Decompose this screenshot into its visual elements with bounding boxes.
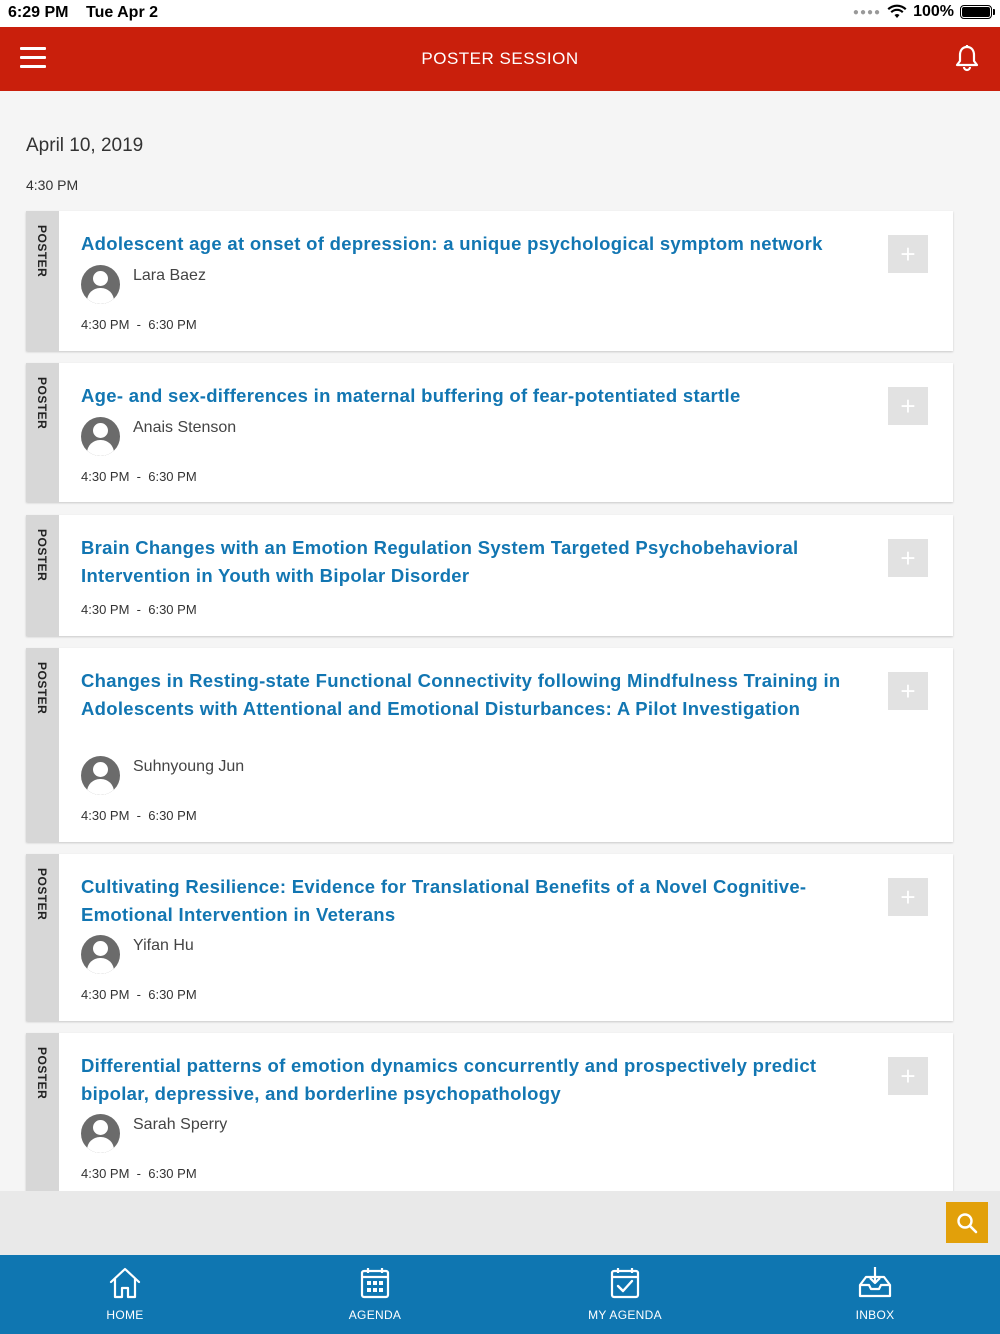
battery-percent: 100% <box>913 3 954 20</box>
add-to-agenda-button[interactable]: + <box>888 387 928 425</box>
app-header: POSTER SESSION <box>0 27 1000 91</box>
poster-tag: POSTER <box>26 515 59 636</box>
add-to-agenda-button[interactable]: + <box>888 1057 928 1095</box>
tab-home[interactable]: HOME <box>0 1255 250 1334</box>
poster-tag: POSTER <box>26 363 59 502</box>
home-icon <box>109 1267 141 1299</box>
tab-inbox[interactable]: INBOX <box>750 1255 1000 1334</box>
poster-tag: POSTER <box>26 648 59 842</box>
session-title[interactable]: Changes in Resting-state Functional Conn… <box>81 667 871 722</box>
author: Anais Stenson <box>81 417 236 457</box>
add-to-agenda-button[interactable]: + <box>888 878 928 916</box>
session-time: 4:30 PM - 6:30 PM <box>81 469 197 484</box>
author: Sarah Sperry <box>81 1114 227 1154</box>
author: Lara Baez <box>81 265 206 305</box>
poster-tag: POSTER <box>26 1033 59 1191</box>
author-name: Sarah Sperry <box>133 1116 228 1133</box>
search-button[interactable] <box>946 1202 988 1243</box>
poster-tag: POSTER <box>26 854 59 1021</box>
session-time: 4:30 PM - 6:30 PM <box>81 317 197 332</box>
session-title[interactable]: Brain Changes with an Emotion Regulation… <box>81 534 871 589</box>
author-name: Lara Baez <box>133 267 206 284</box>
session-list: April 10, 2019 4:30 PM POSTER Adolescent… <box>0 91 1000 1191</box>
tab-label: INBOX <box>855 1308 895 1322</box>
session-title[interactable]: Adolescent age at onset of depression: a… <box>81 230 871 258</box>
bottom-tab-bar: HOME AGENDA MY AGENDA INBOX <box>0 1255 1000 1334</box>
add-to-agenda-button[interactable]: + <box>888 672 928 710</box>
tab-label: MY AGENDA <box>588 1308 662 1322</box>
battery-icon <box>960 5 995 19</box>
status-right: ●●●● 100% <box>852 3 995 21</box>
session-card[interactable]: POSTER Age- and sex-differences in mater… <box>26 363 953 502</box>
date-heading: April 10, 2019 <box>26 135 144 156</box>
status-bar: 6:29 PM Tue Apr 2 ●●●● 100% <box>0 0 1000 27</box>
add-to-agenda-button[interactable]: + <box>888 539 928 577</box>
avatar-icon <box>81 756 120 795</box>
session-time: 4:30 PM - 6:30 PM <box>81 987 197 1002</box>
tab-my-agenda[interactable]: MY AGENDA <box>500 1255 750 1334</box>
avatar-icon <box>81 265 120 304</box>
session-title[interactable]: Age- and sex-differences in maternal buf… <box>81 382 871 410</box>
page-title: POSTER SESSION <box>421 49 579 68</box>
session-time: 4:30 PM - 6:30 PM <box>81 1166 197 1181</box>
session-title[interactable]: Differential patterns of emotion dynamic… <box>81 1052 871 1107</box>
footer-strip <box>0 1191 1000 1255</box>
search-icon <box>957 1212 978 1233</box>
tab-label: HOME <box>106 1308 144 1322</box>
session-title[interactable]: Cultivating Resilience: Evidence for Tra… <box>81 873 871 928</box>
status-date: Tue Apr 2 <box>86 4 159 21</box>
calendar-check-icon <box>610 1268 640 1299</box>
session-card[interactable]: POSTER Changes in Resting-state Function… <box>26 648 953 842</box>
session-card[interactable]: POSTER Cultivating Resilience: Evidence … <box>26 854 953 1021</box>
avatar-icon <box>81 935 120 974</box>
bell-icon[interactable] <box>954 44 980 72</box>
poster-tag: POSTER <box>26 211 59 351</box>
session-card[interactable]: POSTER Brain Changes with an Emotion Reg… <box>26 515 953 636</box>
session-time: 4:30 PM - 6:30 PM <box>81 808 197 823</box>
author-name: Anais Stenson <box>133 419 237 436</box>
author-name: Yifan Hu <box>133 937 194 954</box>
author: Yifan Hu <box>81 935 194 975</box>
inbox-icon <box>858 1267 892 1298</box>
tab-label: AGENDA <box>348 1308 402 1322</box>
session-card[interactable]: POSTER Differential patterns of emotion … <box>26 1033 953 1191</box>
tab-agenda[interactable]: AGENDA <box>250 1255 500 1334</box>
author: Suhnyoung Jun <box>81 756 244 796</box>
calendar-icon <box>360 1268 390 1299</box>
session-time: 4:30 PM - 6:30 PM <box>81 602 197 617</box>
author-name: Suhnyoung Jun <box>133 758 245 775</box>
avatar-icon <box>81 417 120 456</box>
signal-icon: ●●●● <box>852 6 882 18</box>
session-card[interactable]: POSTER Adolescent age at onset of depres… <box>26 211 953 351</box>
status-time: 6:29 PM <box>8 4 69 21</box>
avatar-icon <box>81 1114 120 1153</box>
time-heading: 4:30 PM <box>26 177 79 193</box>
add-to-agenda-button[interactable]: + <box>888 235 928 273</box>
wifi-icon <box>887 4 907 18</box>
